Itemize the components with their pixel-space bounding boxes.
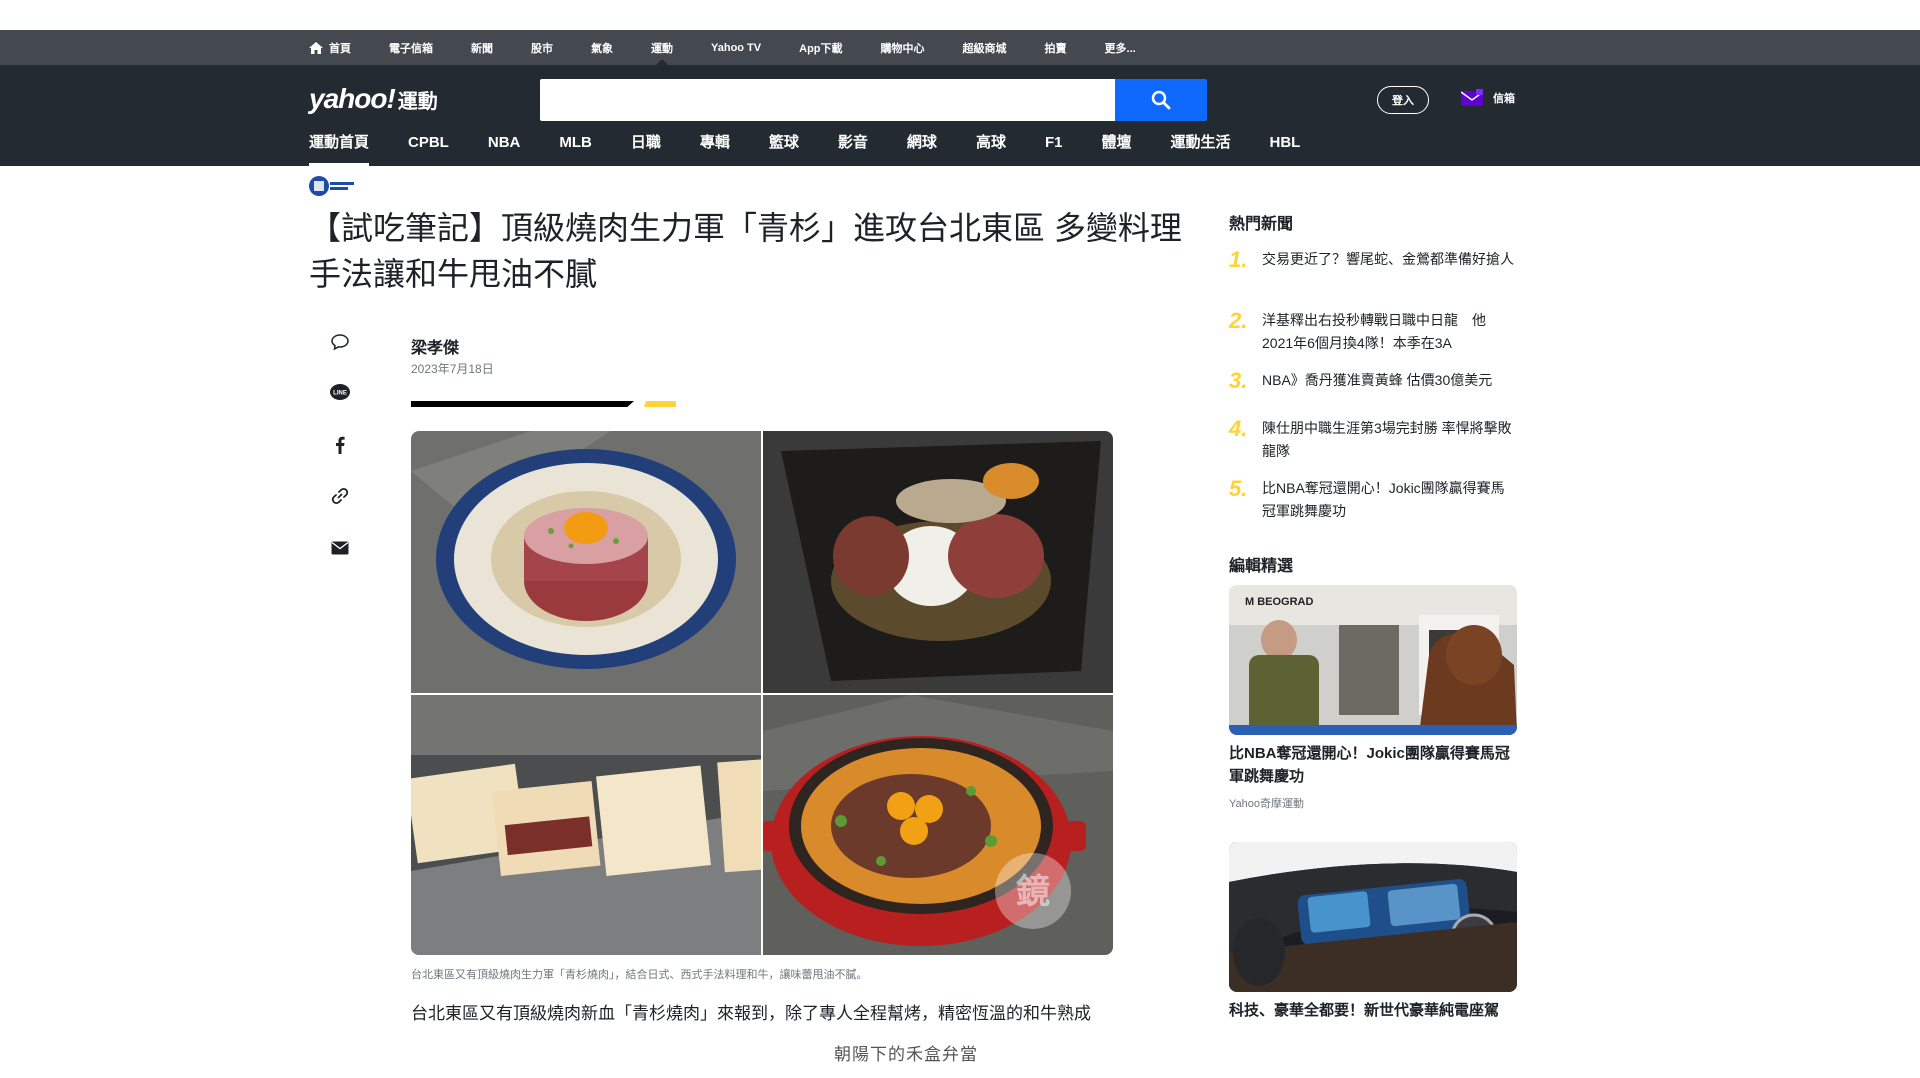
hot-news-title: NBA》喬丹獲准賣黃蜂 估價30億美元: [1262, 372, 1493, 388]
mail-icon: [331, 541, 349, 555]
hot-news-rank: 4.: [1229, 416, 1248, 441]
mail-share-button[interactable]: [330, 538, 350, 558]
editor-pick-source: Yahoo奇摩運動: [1229, 798, 1304, 810]
mail-link[interactable]: 信箱: [1461, 89, 1515, 106]
mirror-media-logo-mark: [309, 176, 354, 196]
top-nav-sports[interactable]: 運動: [651, 30, 673, 65]
link-icon: [331, 487, 349, 505]
sub-nav-sports-home[interactable]: 運動首頁: [309, 130, 370, 166]
mail-icon: [1461, 89, 1483, 106]
sub-nav-cpbl[interactable]: CPBL: [408, 130, 449, 166]
sub-nav-f1[interactable]: F1: [1045, 130, 1063, 166]
logo-brand: yahoo!: [309, 83, 396, 114]
article-image: 鏡: [411, 431, 1113, 955]
hot-news-rank: 2.: [1229, 308, 1248, 333]
jokic-horse-photo: M BEOGRAD: [1229, 585, 1517, 735]
facebook-icon: [336, 436, 345, 454]
top-nav-mall[interactable]: 超級商城: [963, 30, 1007, 65]
yahoo-sports-logo[interactable]: yahoo! 運動: [309, 83, 438, 115]
article-body-paragraph: 台北東區又有頂級燒肉新血「青杉燒肉」來報到，除了專人全程幫烤，精密恆溫的和牛熟成: [411, 1004, 1091, 1023]
comment-button[interactable]: [330, 332, 350, 352]
hot-news-item[interactable]: 5. 比NBA奪冠還開心！Jokic團隊贏得賽馬冠軍跳舞慶功: [1229, 477, 1517, 523]
article-title: 【試吃筆記】頂級燒肉生力軍「青杉」進攻台北東區 多變料理手法讓和牛甩油不膩: [309, 210, 1182, 292]
decorative-bar: [411, 401, 634, 407]
ad-banner-text[interactable]: 朝陽下的禾盒弁當: [834, 1040, 978, 1065]
search-icon: [1151, 90, 1171, 110]
hot-news-title: 比NBA奪冠還開心！Jokic團隊贏得賽馬冠軍跳舞慶功: [1262, 480, 1505, 519]
line-share-button[interactable]: LINE: [330, 383, 350, 403]
mirror-media-logo[interactable]: [309, 175, 359, 197]
svg-text:M BEOGRAD: M BEOGRAD: [1245, 596, 1314, 608]
hot-news-heading: 熱門新聞: [1229, 216, 1294, 233]
sub-nav-features[interactable]: 專輯: [700, 130, 730, 166]
sub-nav-sports-life[interactable]: 運動生活: [1170, 130, 1230, 166]
line-icon: LINE: [330, 384, 350, 400]
editor-pick-title[interactable]: 科技、豪華全都要！新世代豪華純電座駕: [1229, 999, 1519, 1022]
sub-nav-npb[interactable]: 日職: [631, 130, 661, 166]
sub-nav-tennis[interactable]: 網球: [907, 130, 937, 166]
top-nav-app[interactable]: App下載: [799, 30, 842, 65]
image-caption: 台北東區又有頂級燒肉生力軍「青杉燒肉」，結合日式、西式手法料理和牛，讓味蕾甩油不…: [411, 969, 868, 981]
svg-text:LINE: LINE: [333, 391, 347, 397]
top-nav: 首頁 電子信箱 新聞 股市 氣象 運動 Yahoo TV App下載 購物中心 …: [309, 30, 1174, 65]
sub-nav-sports-world[interactable]: 體壇: [1101, 130, 1131, 166]
logo-section: 運動: [397, 91, 438, 113]
site-header: yahoo! 運動 登入 信箱 運動首頁 CPBL NBA MLB 日職 專輯 …: [0, 65, 1920, 166]
hot-news-item[interactable]: 2. 洋基釋出右投秒轉戰日職中日龍 他2021年6個月換4隊！本季在3A: [1229, 309, 1517, 355]
search-input[interactable]: [540, 79, 1115, 121]
svg-text:鏡: 鏡: [1016, 872, 1050, 912]
top-nav-shopping[interactable]: 購物中心: [881, 30, 925, 65]
hot-news-item[interactable]: 3. NBA》喬丹獲准賣黃蜂 估價30億美元: [1229, 369, 1517, 393]
food-collage-image: 鏡: [411, 431, 1113, 955]
editor-pick-image[interactable]: M BEOGRAD: [1229, 585, 1517, 735]
decorative-bar-accent: [644, 401, 676, 407]
top-nav-label: 首頁: [329, 42, 351, 55]
sub-nav-mlb[interactable]: MLB: [559, 130, 592, 166]
editor-pick-title[interactable]: 比NBA奪冠還開心！Jokic團隊贏得賽馬冠軍跳舞慶功: [1229, 742, 1519, 788]
article-author[interactable]: 梁孝傑: [411, 334, 459, 358]
hot-news-rank: 3.: [1229, 368, 1248, 393]
login-button[interactable]: 登入: [1377, 86, 1429, 114]
editor-picks-heading: 編輯精選: [1229, 558, 1294, 575]
top-nav-stock[interactable]: 股市: [531, 30, 553, 65]
article-date: 2023年7月18日: [411, 362, 494, 376]
hot-news-rank: 1.: [1229, 247, 1248, 272]
comment-icon: [331, 334, 349, 350]
sub-nav-golf[interactable]: 高球: [976, 130, 1006, 166]
search-button[interactable]: [1115, 79, 1207, 121]
top-bar: 首頁 電子信箱 新聞 股市 氣象 運動 Yahoo TV App下載 購物中心 …: [0, 30, 1920, 65]
copy-link-button[interactable]: [330, 486, 350, 506]
mail-label: 信箱: [1493, 92, 1515, 105]
hot-news-item[interactable]: 4. 陳仕朋中職生涯第3場完封勝 率悍將擊敗龍隊: [1229, 417, 1517, 463]
top-nav-more[interactable]: 更多...: [1105, 30, 1136, 65]
hot-news-title: 交易更近了？響尾蛇、金鶯都準備好搶人: [1262, 251, 1514, 267]
facebook-share-button[interactable]: [330, 435, 350, 455]
top-nav-yahoo-tv[interactable]: Yahoo TV: [711, 30, 761, 65]
hot-news-rank: 5.: [1229, 476, 1248, 501]
home-icon: [309, 41, 323, 54]
editor-pick-image[interactable]: [1229, 842, 1517, 992]
hot-news-title: 洋基釋出右投秒轉戰日職中日龍 他2021年6個月換4隊！本季在3A: [1262, 312, 1486, 351]
car-interior-photo: [1229, 842, 1517, 992]
top-nav-news[interactable]: 新聞: [471, 30, 493, 65]
top-nav-mail[interactable]: 電子信箱: [389, 30, 433, 65]
hot-news-item[interactable]: 1. 交易更近了？響尾蛇、金鶯都準備好搶人: [1229, 248, 1517, 272]
top-nav-weather[interactable]: 氣象: [591, 30, 613, 65]
hot-news-title: 陳仕朋中職生涯第3場完封勝 率悍將擊敗龍隊: [1262, 420, 1512, 459]
sub-nav-video[interactable]: 影音: [838, 130, 868, 166]
sub-nav-nba[interactable]: NBA: [488, 130, 521, 166]
sub-nav-basketball[interactable]: 籃球: [769, 130, 799, 166]
sports-sub-nav: 運動首頁 CPBL NBA MLB 日職 專輯 籃球 影音 網球 高球 F1 體…: [309, 130, 1339, 166]
top-nav-auction[interactable]: 拍賣: [1045, 30, 1067, 65]
sub-nav-hbl[interactable]: HBL: [1270, 130, 1301, 166]
top-nav-home[interactable]: 首頁: [309, 30, 351, 65]
